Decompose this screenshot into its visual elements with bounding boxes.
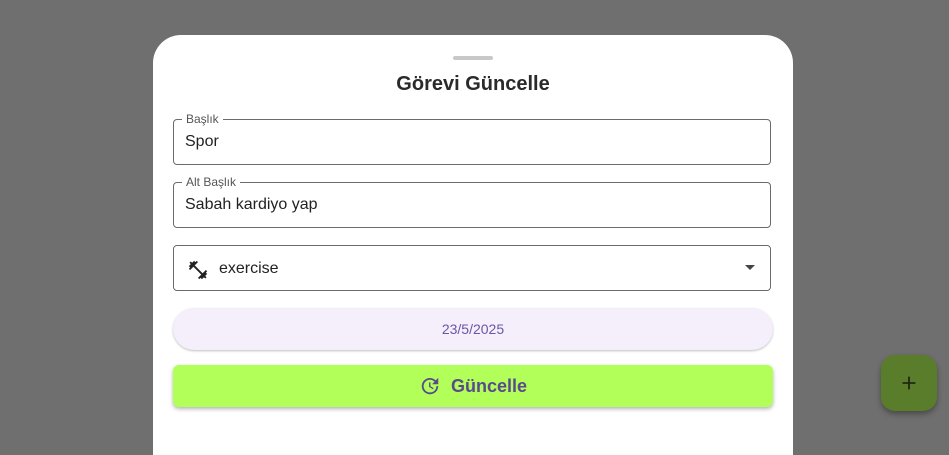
title-field[interactable]: Başlık (173, 112, 771, 165)
update-button[interactable]: Güncelle (173, 365, 773, 407)
dialog-title: Görevi Güncelle (396, 73, 550, 95)
subtitle-field[interactable]: Alt Başlık (173, 175, 771, 228)
chevron-down-icon (745, 265, 755, 270)
bottom-sheet: Görevi Güncelle Başlık Alt Başlık exerci… (153, 35, 793, 455)
add-fab[interactable] (881, 355, 937, 411)
update-button-label: Güncelle (450, 375, 528, 396)
subtitle-input[interactable] (185, 183, 755, 227)
icon-select[interactable]: exercise (173, 245, 771, 291)
fitness-center-icon (188, 260, 208, 280)
date-picker-button[interactable]: 23/5/2025 (173, 308, 773, 350)
drag-handle[interactable] (453, 56, 493, 60)
icon-select-value: exercise (219, 260, 279, 277)
add-icon (902, 376, 916, 390)
title-input[interactable] (185, 120, 755, 164)
update-icon (421, 377, 439, 395)
